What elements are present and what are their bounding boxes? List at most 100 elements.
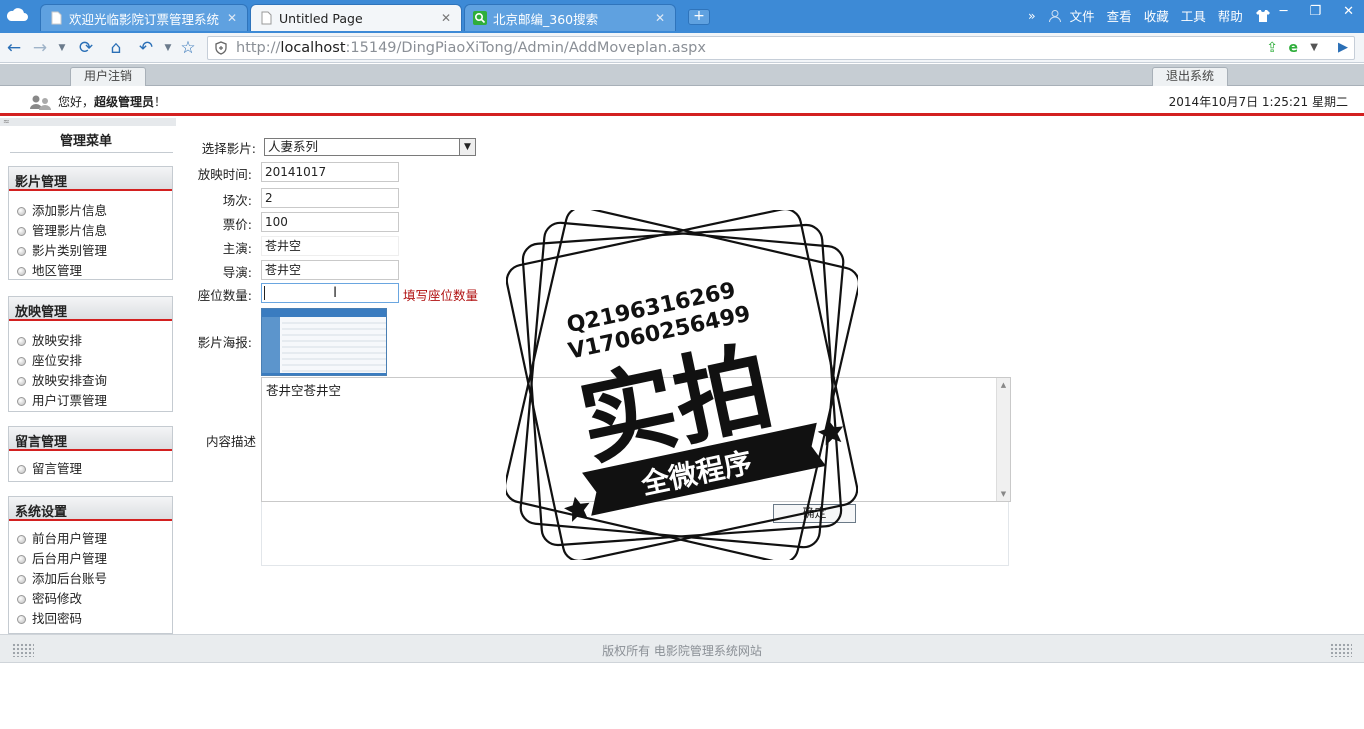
movie-label: 选择影片: <box>201 141 256 156</box>
movie-select[interactable]: 人妻系列 ▼ <box>264 138 476 156</box>
tab-untitled[interactable]: Untitled Page ✕ <box>250 4 462 31</box>
tab-label: 北京邮编_360搜索 <box>493 11 599 27</box>
minimize-icon[interactable]: ─ <box>1280 4 1288 19</box>
sidebar-item-manage-movie[interactable]: 管理影片信息 <box>9 221 172 241</box>
logout-tab[interactable]: 用户注销 <box>70 67 146 86</box>
collapse-toggle-icon[interactable]: ≈ <box>0 118 176 126</box>
director-input[interactable]: 苍井空 <box>261 260 399 280</box>
sidebar-item-screening-query[interactable]: 放映安排查询 <box>9 371 172 391</box>
url-bar[interactable]: http://localhost:15149/DingPiaoXiTong/Ad… <box>207 36 1355 60</box>
movie-select-value: 人妻系列 <box>268 139 319 154</box>
sidebar-item-frontend-users[interactable]: 前台用户管理 <box>9 529 172 549</box>
seats-input[interactable] <box>261 283 399 303</box>
undo-icon[interactable]: ↶ <box>136 38 156 58</box>
price-input[interactable]: 100 <box>261 212 399 232</box>
site-footer: 版权所有 电影院管理系统网站 <box>0 634 1364 663</box>
poster-thumbnail[interactable] <box>261 308 387 376</box>
url-dropdown-icon[interactable]: ▼ <box>1310 37 1318 59</box>
sidebar-item-user-bookings[interactable]: 用户订票管理 <box>9 391 172 411</box>
submit-button[interactable]: 确定 <box>773 504 856 523</box>
tab-search[interactable]: 北京邮编_360搜索 ✕ <box>464 4 676 31</box>
ibeam-cursor-icon: I <box>333 285 338 301</box>
group-title: 系统设置 <box>9 497 172 521</box>
user-role: 超级管理员 <box>94 95 155 109</box>
bullet-icon <box>17 376 26 386</box>
description-text: 苍井空苍井空 <box>266 383 342 398</box>
description-label: 内容描述 <box>205 434 256 449</box>
menu-help[interactable]: 帮助 <box>1218 6 1243 25</box>
bullet-icon <box>17 356 26 366</box>
share-icon[interactable]: ⇪ <box>1266 37 1278 59</box>
forward-icon[interactable]: → <box>30 38 50 58</box>
new-tab-button[interactable]: + <box>688 9 710 25</box>
sidebar-item-movie-category[interactable]: 影片类别管理 <box>9 241 172 261</box>
bullet-icon <box>17 614 26 624</box>
session-input[interactable]: 2 <box>261 188 399 208</box>
history-dropdown-icon[interactable]: ▼ <box>52 38 72 58</box>
group-message-management: 留言管理 留言管理 <box>8 426 173 482</box>
admin-sidebar: ≈ 管理菜单 影片管理 添加影片信息 管理影片信息 影片类别管理 地区管理 放映… <box>0 118 176 634</box>
group-system-settings: 系统设置 前台用户管理 后台用户管理 添加后台账号 密码修改 找回密码 <box>8 496 173 634</box>
sidebar-item-region[interactable]: 地区管理 <box>9 261 172 281</box>
back-icon[interactable]: ← <box>4 38 24 58</box>
close-icon[interactable]: ✕ <box>439 11 453 25</box>
close-window-icon[interactable]: ✕ <box>1343 4 1354 19</box>
session-label: 场次: <box>222 193 252 208</box>
scroll-up-icon[interactable]: ▲ <box>997 381 1010 389</box>
tab-welcome[interactable]: 欢迎光临影院订票管理系统 ✕ <box>40 4 248 31</box>
menu-tools[interactable]: 工具 <box>1181 6 1206 25</box>
price-label: 票价: <box>222 217 252 232</box>
security-shield-icon <box>215 41 227 55</box>
welcome-bar: 您好，超级管理员！ 2014年10月7日 1:25:21 星期二 <box>0 86 1364 116</box>
user-icon[interactable] <box>1048 9 1062 23</box>
add-screening-form: 选择影片: 人妻系列 ▼ 放映时间: 20141017 场次: 2 票价: 10… <box>176 118 1364 634</box>
sidebar-item-recover-password[interactable]: 找回密码 <box>9 609 172 629</box>
browser-logo-icon[interactable] <box>6 6 28 22</box>
textarea-scrollbar[interactable]: ▲ ▼ <box>996 378 1010 501</box>
restore-icon[interactable]: ❐ <box>1309 4 1321 19</box>
menu-view[interactable]: 查看 <box>1107 6 1132 25</box>
greeting-text: 您好， <box>58 95 95 109</box>
sidebar-item-add-movie[interactable]: 添加影片信息 <box>9 201 172 221</box>
skin-icon[interactable] <box>1255 9 1271 23</box>
window-controls: ─ ❐ ✕ <box>1280 4 1354 19</box>
address-toolbar: ← → ▼ ⟳ ⌂ ↶ ▼ ☆ http://localhost:15149/D… <box>0 33 1364 63</box>
browser-menu: » 文件 查看 收藏 工具 帮助 <box>1028 6 1271 25</box>
go-icon[interactable]: ▶ <box>1338 37 1348 59</box>
bullet-icon <box>17 206 26 216</box>
url-host: localhost <box>280 40 346 56</box>
ie-mode-icon[interactable]: e <box>1289 37 1299 59</box>
sidebar-item-messages[interactable]: 留言管理 <box>9 459 172 479</box>
sidebar-item-add-admin[interactable]: 添加后台账号 <box>9 569 172 589</box>
url-prefix: http:// <box>236 40 281 56</box>
undo-dropdown-icon[interactable]: ▼ <box>158 38 178 58</box>
home-icon[interactable]: ⌂ <box>106 38 126 58</box>
poster-image <box>262 309 386 375</box>
actor-input[interactable]: 苍井空 <box>261 236 399 256</box>
bullet-icon <box>17 554 26 564</box>
sidebar-item-backend-users[interactable]: 后台用户管理 <box>9 549 172 569</box>
exit-system-tab[interactable]: 退出系统 <box>1152 67 1228 86</box>
sidebar-item-seat-plan[interactable]: 座位安排 <box>9 351 172 371</box>
poster-label: 影片海报: <box>197 335 252 350</box>
scroll-down-icon[interactable]: ▼ <box>997 490 1010 498</box>
refresh-icon[interactable]: ⟳ <box>76 38 96 58</box>
close-icon[interactable]: ✕ <box>225 11 239 25</box>
group-title: 留言管理 <box>9 427 172 451</box>
menu-file[interactable]: 文件 <box>1070 6 1095 25</box>
sidebar-item-screening-plan[interactable]: 放映安排 <box>9 331 172 351</box>
tab-label: Untitled Page <box>279 10 363 26</box>
bullet-icon <box>17 266 26 276</box>
menu-favorites[interactable]: 收藏 <box>1144 6 1169 25</box>
grip-icon <box>1330 643 1352 657</box>
sidebar-item-change-password[interactable]: 密码修改 <box>9 589 172 609</box>
chevron-down-icon[interactable]: ▼ <box>459 139 475 155</box>
description-textarea[interactable]: 苍井空苍井空 ▲ ▼ <box>261 377 1011 502</box>
bullet-icon <box>17 246 26 256</box>
favorite-star-icon[interactable]: ☆ <box>178 38 198 58</box>
seats-hint: 填写座位数量 <box>403 288 479 303</box>
screening-time-input[interactable]: 20141017 <box>261 162 399 182</box>
close-icon[interactable]: ✕ <box>653 11 667 25</box>
more-icon[interactable]: » <box>1028 8 1036 23</box>
search-engine-icon <box>473 11 487 25</box>
